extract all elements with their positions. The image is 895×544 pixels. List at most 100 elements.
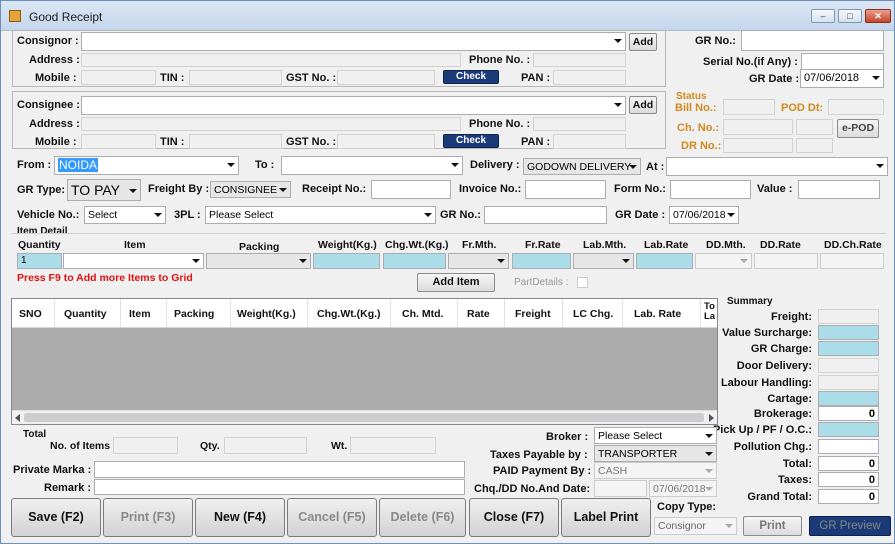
- summary-total-field[interactable]: 0: [818, 456, 879, 471]
- consignee-add-button[interactable]: Add: [629, 96, 657, 114]
- item-lab-rate-field[interactable]: [636, 253, 693, 269]
- pod-dt-field[interactable]: [828, 99, 884, 115]
- close-form-button[interactable]: Close (F7): [469, 498, 559, 537]
- item-item-combo[interactable]: [63, 253, 204, 269]
- grid-col-packing[interactable]: Packing: [174, 308, 214, 320]
- scroll-left-icon[interactable]: [15, 414, 20, 422]
- summary-door-delivery-field[interactable]: [818, 358, 879, 373]
- consignor-gst-field[interactable]: [337, 70, 435, 85]
- delivery-combo[interactable]: GODOWN DELIVERY: [523, 158, 641, 175]
- cancel-button[interactable]: Cancel (F5): [287, 498, 377, 537]
- summary-taxes-field[interactable]: 0: [818, 472, 879, 487]
- tpl-combo[interactable]: Please Select: [205, 206, 436, 224]
- item-fr-rate-field[interactable]: [512, 253, 571, 269]
- consignor-phone-field[interactable]: [533, 53, 626, 67]
- summary-freight-field[interactable]: [818, 309, 879, 324]
- close-window-button[interactable]: ✕: [865, 9, 891, 23]
- summary-grand-total-field[interactable]: 0: [818, 489, 879, 504]
- item-weight-field[interactable]: [313, 253, 380, 269]
- scroll-right-icon[interactable]: [709, 414, 714, 422]
- no-of-items-field[interactable]: [113, 437, 178, 454]
- grid-col-lab-rate[interactable]: Lab. Rate: [634, 308, 681, 320]
- grid-col-lc-chg[interactable]: LC Chg.: [573, 308, 613, 320]
- maximize-button[interactable]: □: [838, 9, 862, 23]
- private-marka-field[interactable]: [94, 461, 465, 478]
- consignee-combo[interactable]: [81, 96, 626, 115]
- print-button[interactable]: Print: [743, 516, 802, 536]
- epod-button[interactable]: e-POD: [837, 119, 879, 138]
- consignee-phone-field[interactable]: [533, 117, 626, 131]
- item-quantity-field[interactable]: 1: [17, 253, 62, 269]
- consignor-check-button[interactable]: Check: [443, 70, 499, 84]
- gr-date-row3-picker[interactable]: 07/06/2018: [669, 206, 739, 224]
- summary-value-surcharge-field[interactable]: [818, 325, 879, 340]
- total-wt-field[interactable]: [350, 437, 436, 454]
- remark-field[interactable]: [94, 479, 465, 495]
- consignor-address-field[interactable]: [81, 53, 461, 67]
- item-chg-wt-field[interactable]: [383, 253, 446, 269]
- summary-cartage-field[interactable]: [818, 391, 879, 406]
- consignee-address-field[interactable]: [81, 117, 461, 131]
- receipt-no-field[interactable]: [371, 180, 451, 199]
- item-packing-combo[interactable]: [206, 253, 311, 269]
- consignor-pan-field[interactable]: [553, 70, 626, 85]
- ch-no-field-2[interactable]: [796, 119, 833, 135]
- item-fr-mth-combo[interactable]: [448, 253, 509, 269]
- consignee-pan-field[interactable]: [553, 134, 626, 149]
- grid-col-item[interactable]: Item: [129, 308, 151, 320]
- scroll-thumb[interactable]: [24, 413, 704, 422]
- gr-preview-button[interactable]: GR Preview: [809, 516, 891, 536]
- delete-button[interactable]: Delete (F6): [379, 498, 466, 537]
- summary-brokerage-field[interactable]: 0: [818, 406, 879, 421]
- total-qty-field[interactable]: [224, 437, 307, 454]
- grid-col-freight[interactable]: Freight: [515, 308, 551, 320]
- grid-col-total-la[interactable]: To La: [704, 302, 716, 322]
- copy-type-combo[interactable]: Consignor: [654, 517, 737, 535]
- grid-col-quantity[interactable]: Quantity: [64, 308, 107, 320]
- chq-dd-date-picker[interactable]: 07/06/2018: [649, 480, 717, 497]
- vehicle-no-combo[interactable]: Select: [84, 206, 166, 224]
- taxes-payable-combo[interactable]: TRANSPORTER: [594, 445, 717, 462]
- consignor-combo[interactable]: [81, 32, 626, 51]
- consignee-mobile-field[interactable]: [81, 134, 156, 149]
- summary-labour-handling-field[interactable]: [818, 375, 879, 390]
- gr-no-field[interactable]: [741, 30, 884, 51]
- grid-col-chg-wt[interactable]: Chg.Wt.(Kg.): [317, 308, 381, 320]
- freight-by-combo[interactable]: CONSIGNEE: [210, 181, 291, 198]
- invoice-no-field[interactable]: [525, 180, 606, 199]
- grid-col-rate[interactable]: Rate: [467, 308, 490, 320]
- print-f3-button[interactable]: Print (F3): [103, 498, 193, 537]
- consignor-tin-field[interactable]: [189, 70, 282, 85]
- gr-type-combo[interactable]: TO PAY: [67, 179, 141, 201]
- part-details-checkbox[interactable]: [577, 277, 588, 288]
- summary-pollution-chg-field[interactable]: [818, 439, 879, 454]
- item-lab-mth-combo[interactable]: [573, 253, 634, 269]
- from-combo[interactable]: NOIDA: [54, 156, 239, 175]
- new-button[interactable]: New (F4): [195, 498, 285, 537]
- consignor-add-button[interactable]: Add: [629, 33, 657, 51]
- to-combo[interactable]: [281, 156, 463, 175]
- item-dd-mth-combo[interactable]: [695, 253, 752, 269]
- minimize-button[interactable]: ‒: [811, 9, 835, 23]
- gr-no-row3-field[interactable]: [484, 206, 607, 224]
- value-field[interactable]: [798, 180, 880, 199]
- paid-payment-combo[interactable]: CASH: [594, 462, 717, 479]
- chq-dd-no-field[interactable]: [594, 480, 647, 497]
- add-item-button[interactable]: Add Item: [417, 273, 495, 292]
- summary-gr-charge-field[interactable]: [818, 341, 879, 356]
- label-print-button[interactable]: Label Print: [561, 498, 651, 537]
- save-button[interactable]: Save (F2): [11, 498, 101, 537]
- grid-col-weight[interactable]: Weight(Kg.): [237, 308, 296, 320]
- grid-col-ch-mtd[interactable]: Ch. Mtd.: [402, 308, 443, 320]
- broker-combo[interactable]: Please Select: [594, 427, 717, 444]
- consignor-mobile-field[interactable]: [81, 70, 156, 85]
- item-dd-ch-rate-field[interactable]: [820, 253, 884, 269]
- summary-pick-up-pf-o-c-field[interactable]: [818, 422, 879, 437]
- dr-no-field-1[interactable]: [723, 138, 793, 153]
- consignee-tin-field[interactable]: [189, 134, 282, 149]
- dr-no-field-2[interactable]: [796, 138, 833, 153]
- items-grid[interactable]: SNO Quantity Item Packing Weight(Kg.) Ch…: [11, 298, 718, 425]
- grid-horizontal-scrollbar[interactable]: [12, 410, 717, 424]
- form-no-field[interactable]: [670, 180, 751, 199]
- item-dd-rate-field[interactable]: [754, 253, 818, 269]
